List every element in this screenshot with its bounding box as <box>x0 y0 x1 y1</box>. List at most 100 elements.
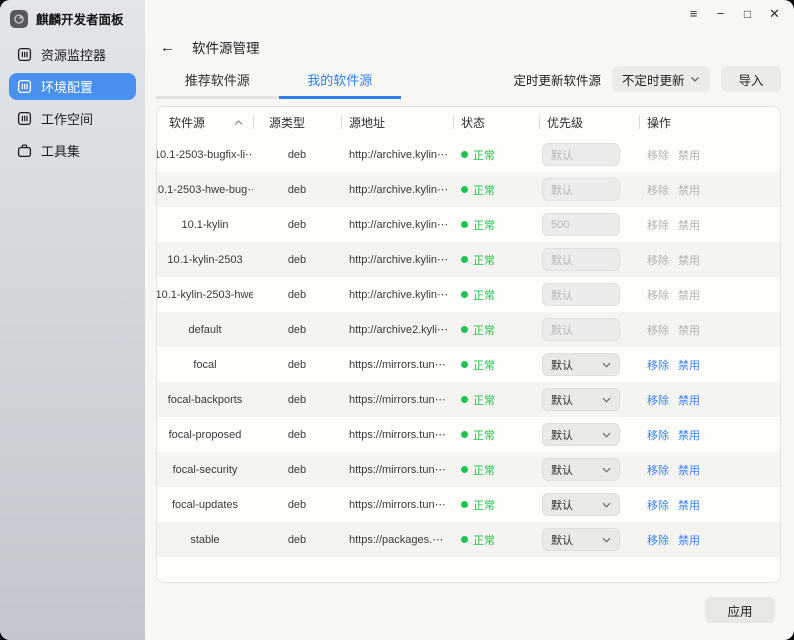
source-type-cell: deb <box>253 207 341 242</box>
table-row: 10.1-kylindebhttp://archive.kylin⋯正常500移… <box>157 207 780 242</box>
chevron-down-icon <box>690 72 700 86</box>
sidebar-item-workspace[interactable]: 工作空间 <box>9 105 136 132</box>
source-url-cell: http://archive.kylin⋯ <box>341 207 453 242</box>
priority-select[interactable]: 默认 <box>542 423 620 446</box>
import-button[interactable]: 导入 <box>721 66 781 92</box>
table-row: focaldebhttps://mirrors.tun⋯正常默认 移除禁用 <box>157 347 780 382</box>
apply-button[interactable]: 应用 <box>705 597 775 623</box>
source-name-cell: focal-proposed <box>157 417 253 452</box>
disable-link[interactable]: 禁用 <box>678 532 700 548</box>
disable-link[interactable]: 禁用 <box>678 497 700 513</box>
priority-cell: 默认 <box>539 487 639 522</box>
sidebar-item-resource-monitor[interactable]: 资源监控器 <box>9 41 136 68</box>
remove-link[interactable]: 移除 <box>647 392 669 408</box>
actions-cell: 移除禁用 <box>639 347 780 382</box>
source-url-cell: https://packages.⋯ <box>341 522 453 557</box>
actions-cell: 移除禁用 <box>639 137 780 172</box>
sort-ascending-icon[interactable] <box>234 115 243 129</box>
status-text: 正常 <box>473 147 495 163</box>
disable-link: 禁用 <box>678 322 700 338</box>
maximize-button[interactable]: □ <box>734 0 761 28</box>
source-type-cell: deb <box>253 172 341 207</box>
status-dot-icon <box>461 361 468 368</box>
table-row: focal-securitydebhttps://mirrors.tun⋯正常默… <box>157 452 780 487</box>
priority-value: 默认 <box>551 497 573 513</box>
priority-select[interactable]: 默认 <box>542 388 620 411</box>
source-url-cell: http://archive.kylin⋯ <box>341 172 453 207</box>
priority-value: 默认 <box>551 427 573 443</box>
disable-link: 禁用 <box>678 217 700 233</box>
column-header-source[interactable]: 软件源 <box>157 107 253 137</box>
remove-link: 移除 <box>647 182 669 198</box>
remove-link[interactable]: 移除 <box>647 427 669 443</box>
table-row: focal-backportsdebhttps://mirrors.tun⋯正常… <box>157 382 780 417</box>
priority-input-disabled: 默认 <box>542 318 620 341</box>
source-type-cell: deb <box>253 347 341 382</box>
workspace-panel-icon <box>17 111 32 126</box>
remove-link: 移除 <box>647 217 669 233</box>
priority-select[interactable]: 默认 <box>542 353 620 376</box>
priority-input-disabled: 默认 <box>542 178 620 201</box>
disable-link: 禁用 <box>678 182 700 198</box>
status-text: 正常 <box>473 392 495 408</box>
column-header-status: 状态 <box>453 107 539 137</box>
disable-link[interactable]: 禁用 <box>678 462 700 478</box>
source-url-cell: https://mirrors.tun⋯ <box>341 452 453 487</box>
source-url-cell: http://archive.kylin⋯ <box>341 277 453 312</box>
status-text: 正常 <box>473 252 495 268</box>
disable-link[interactable]: 禁用 <box>678 392 700 408</box>
source-name-cell: focal-backports <box>157 382 253 417</box>
back-button[interactable]: ← <box>160 40 175 55</box>
status-cell: 正常 <box>453 347 539 382</box>
remove-link[interactable]: 移除 <box>647 532 669 548</box>
priority-cell: 默认 <box>539 522 639 557</box>
status-dot-icon <box>461 536 468 543</box>
schedule-update-select[interactable]: 不定时更新 <box>612 66 710 92</box>
sidebar-item-label: 工具集 <box>41 141 80 160</box>
priority-select[interactable]: 默认 <box>542 528 620 551</box>
close-button[interactable]: ✕ <box>761 0 788 28</box>
tab-my-sources[interactable]: 我的软件源 <box>279 64 402 99</box>
status-cell: 正常 <box>453 207 539 242</box>
priority-cell: 默认 <box>539 312 639 347</box>
minimize-button[interactable]: − <box>707 0 734 28</box>
priority-input-disabled: 500 <box>542 213 620 236</box>
priority-value: 默认 <box>551 357 573 373</box>
source-url-cell: https://mirrors.tun⋯ <box>341 417 453 452</box>
source-type-cell: deb <box>253 382 341 417</box>
status-cell: 正常 <box>453 417 539 452</box>
source-type-cell: deb <box>253 277 341 312</box>
priority-input-disabled: 默认 <box>542 143 620 166</box>
footer: 应用 <box>145 583 794 623</box>
chevron-down-icon <box>602 359 611 371</box>
source-type-cell: deb <box>253 522 341 557</box>
status-cell: 正常 <box>453 522 539 557</box>
menu-icon[interactable]: ≡ <box>680 0 707 28</box>
disable-link[interactable]: 禁用 <box>678 427 700 443</box>
status-dot-icon <box>461 466 468 473</box>
priority-value: 默认 <box>551 392 573 408</box>
config-panel-icon <box>17 79 32 94</box>
source-url-cell: https://mirrors.tun⋯ <box>341 347 453 382</box>
priority-cell: 默认 <box>539 172 639 207</box>
disable-link[interactable]: 禁用 <box>678 357 700 373</box>
status-cell: 正常 <box>453 277 539 312</box>
sidebar-item-environment-config[interactable]: 环境配置 <box>9 73 136 100</box>
schedule-controls: 定时更新软件源 不定时更新 导入 <box>513 66 781 99</box>
remove-link[interactable]: 移除 <box>647 357 669 373</box>
actions-cell: 移除禁用 <box>639 172 780 207</box>
source-name-cell: focal <box>157 347 253 382</box>
sidebar-item-toolset[interactable]: 工具集 <box>9 137 136 164</box>
tab-recommended-sources[interactable]: 推荐软件源 <box>156 64 279 99</box>
remove-link[interactable]: 移除 <box>647 462 669 478</box>
column-header-type: 源类型 <box>253 107 341 137</box>
remove-link[interactable]: 移除 <box>647 497 669 513</box>
priority-select[interactable]: 默认 <box>542 458 620 481</box>
source-name-cell: focal-security <box>157 452 253 487</box>
disable-link: 禁用 <box>678 147 700 163</box>
priority-select[interactable]: 默认 <box>542 493 620 516</box>
status-dot-icon <box>461 501 468 508</box>
remove-link: 移除 <box>647 287 669 303</box>
sidebar-item-label: 资源监控器 <box>41 45 106 64</box>
sidebar-nav: 资源监控器环境配置工作空间工具集 <box>0 35 145 170</box>
